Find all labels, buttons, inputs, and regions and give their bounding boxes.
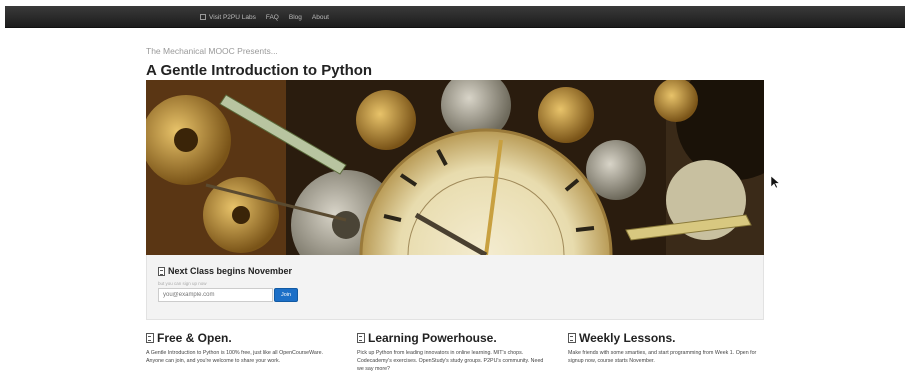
feature-text: Make friends with some smarties, and sta…: [568, 350, 757, 364]
clockwork-gears-image: [146, 80, 764, 255]
hero-image: [146, 80, 764, 255]
join-button[interactable]: Join: [274, 288, 298, 302]
nav-blog[interactable]: Blog: [289, 14, 302, 21]
page-title: A Gentle Introduction to Python: [146, 62, 373, 79]
document-icon: [146, 333, 154, 343]
feature-title: Weekly Lessons.: [568, 331, 758, 345]
feature-title: Free & Open.: [146, 331, 336, 345]
nav-visit-p2pu-labs[interactable]: Visit P2PU Labs: [200, 14, 256, 21]
feature-title: Learning Powerhouse.: [357, 331, 547, 345]
nav-faq[interactable]: FAQ: [266, 14, 279, 21]
top-nav: Visit P2PU Labs FAQ Blog About: [200, 6, 329, 28]
feature-text: A Gentle Introduction to Python is 100% …: [146, 350, 324, 364]
presents-subtitle: The Mechanical MOOC Presents...: [146, 46, 278, 56]
signup-heading-label: Next Class begins November: [168, 266, 293, 276]
labs-checkbox-icon: [200, 14, 206, 20]
feature-title-label: Weekly Lessons.: [579, 331, 676, 345]
top-navbar: Visit P2PU Labs FAQ Blog About: [5, 6, 905, 28]
mouse-pointer-icon: [771, 176, 780, 189]
document-icon: [568, 333, 576, 343]
feature-learning-powerhouse: Learning Powerhouse. Pick up Python from…: [357, 331, 547, 373]
signup-heading: Next Class begins November: [158, 266, 292, 276]
feature-weekly-lessons: Weekly Lessons. Make friends with some s…: [568, 331, 758, 365]
signup-panel: Next Class begins November but you can s…: [146, 255, 764, 320]
feature-free-open: Free & Open. A Gentle Introduction to Py…: [146, 331, 336, 365]
feature-title-label: Learning Powerhouse.: [368, 331, 497, 345]
document-icon: [158, 266, 165, 276]
email-field[interactable]: [158, 288, 273, 302]
signup-hint: but you can sign up now: [158, 281, 207, 286]
nav-about[interactable]: About: [312, 14, 329, 21]
document-icon: [357, 333, 365, 343]
feature-title-label: Free & Open.: [157, 331, 232, 345]
feature-text: Pick up Python from leading innovators i…: [357, 350, 544, 372]
nav-visit-p2pu-labs-label: Visit P2PU Labs: [209, 13, 256, 21]
